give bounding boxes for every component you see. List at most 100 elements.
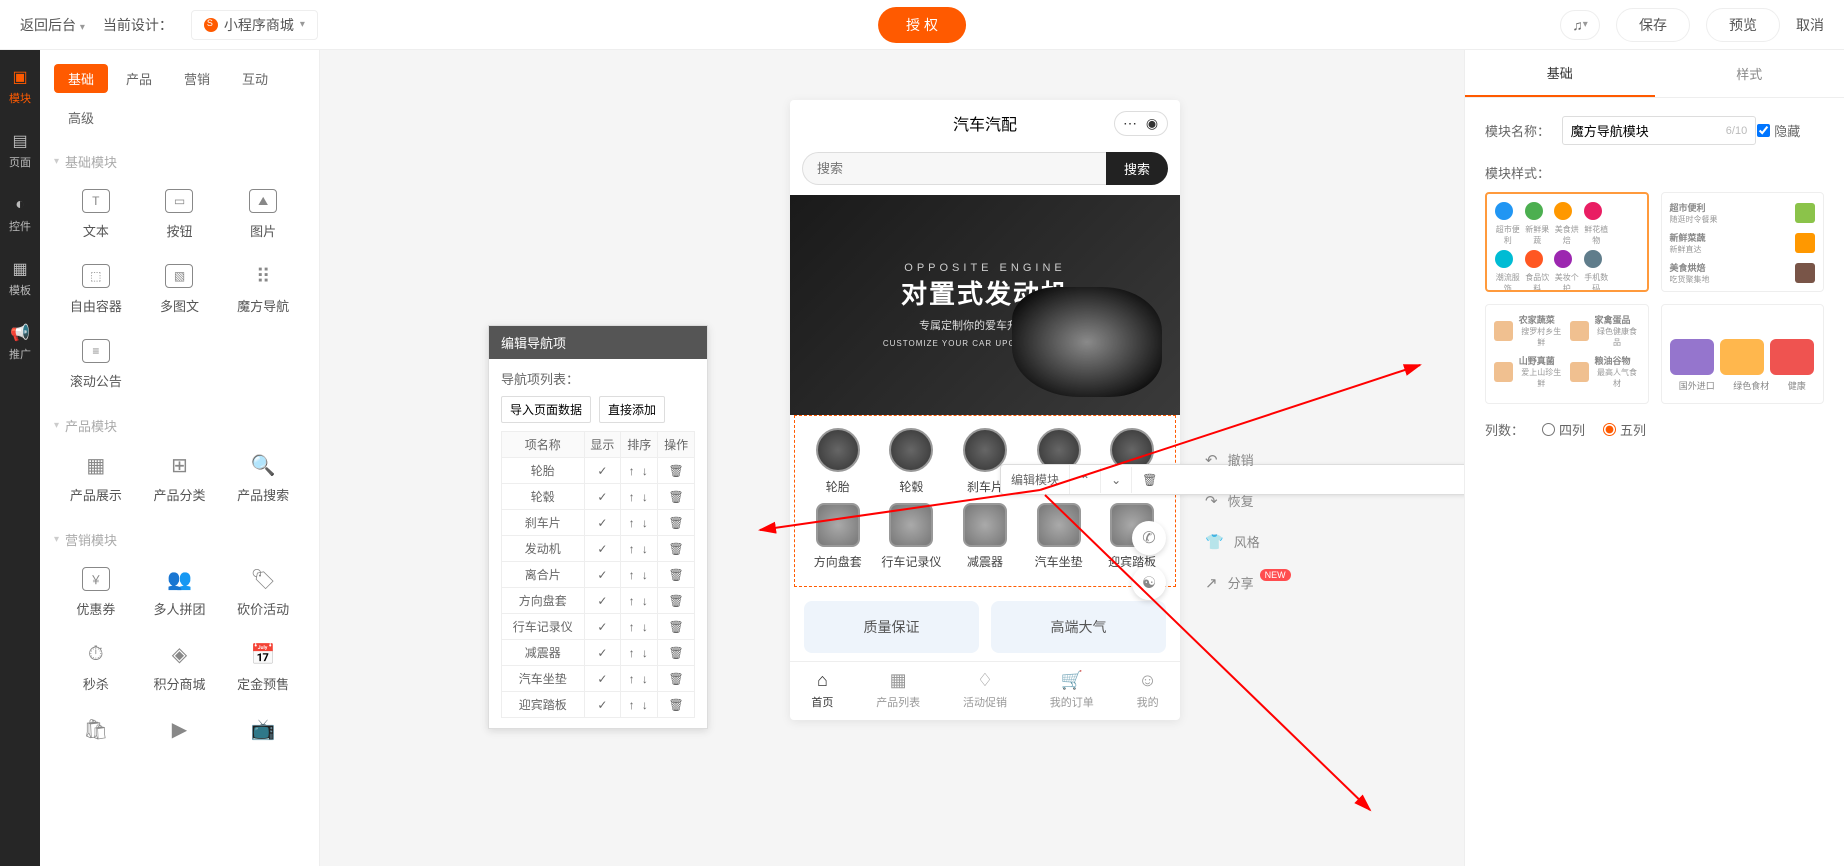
back-link[interactable]: 返回后台 ▾: [20, 15, 85, 35]
move-up-icon[interactable]: ⌃: [1070, 467, 1101, 493]
comp-bargain[interactable]: 🏷砍价活动: [221, 561, 305, 624]
delete-row-icon[interactable]: 🗑: [658, 484, 695, 510]
comp-coupon[interactable]: ￥优惠券: [54, 561, 138, 624]
tab-interact[interactable]: 互动: [228, 64, 282, 93]
fab-phone[interactable]: ✆: [1132, 521, 1166, 555]
delete-icon[interactable]: 🗑: [1132, 467, 1167, 493]
sort-arrows[interactable]: ↑ ↓: [621, 458, 658, 484]
delete-row-icon[interactable]: 🗑: [658, 562, 695, 588]
style-button[interactable]: 👕风格: [1205, 532, 1295, 551]
group-marketing-title[interactable]: 营销模块: [54, 530, 305, 549]
prop-tab-style[interactable]: 样式: [1655, 50, 1844, 97]
comp-magicnav[interactable]: ⠿魔方导航: [221, 258, 305, 321]
nav-module[interactable]: ▣模块: [9, 68, 31, 106]
banner[interactable]: OPPOSITE ENGINE 对置式发动机 专属定制你的爱车升级服务 CUST…: [790, 195, 1180, 415]
card-highend[interactable]: 高端大气: [991, 601, 1166, 653]
nav-grid-item[interactable]: 汽车坐垫: [1027, 503, 1091, 570]
cancel-button[interactable]: 取消: [1796, 15, 1824, 35]
sort-arrows[interactable]: ↑ ↓: [621, 692, 658, 718]
sort-arrows[interactable]: ↑ ↓: [621, 588, 658, 614]
comp-group[interactable]: 👥多人拼团: [138, 561, 222, 624]
tab-orders[interactable]: 🛒我的订单: [1050, 670, 1094, 710]
import-data-button[interactable]: 导入页面数据: [501, 396, 591, 423]
sort-arrows[interactable]: ↑ ↓: [621, 510, 658, 536]
search-input[interactable]: [802, 152, 1106, 185]
card-quality[interactable]: 质量保证: [804, 601, 979, 653]
comp-extra1[interactable]: 🛍: [54, 711, 138, 755]
comp-prod-cat[interactable]: ⊞产品分类: [138, 447, 222, 510]
group-basic-title[interactable]: 基础模块: [54, 152, 305, 171]
nav-page[interactable]: ▤页面: [9, 132, 31, 170]
magic-nav-module[interactable]: 轮胎轮毂刹车片发动机离合片 方向盘套行车记录仪减震器汽车坐垫迎宾踏板: [794, 415, 1176, 587]
nav-grid-item[interactable]: 轮毂: [879, 428, 943, 495]
sort-arrows[interactable]: ↑ ↓: [621, 562, 658, 588]
delete-row-icon[interactable]: 🗑: [658, 614, 695, 640]
save-button[interactable]: 保存: [1616, 8, 1690, 42]
delete-row-icon[interactable]: 🗑: [658, 536, 695, 562]
radio-4col[interactable]: 四列: [1542, 420, 1585, 439]
redo-button[interactable]: ↷恢复: [1205, 491, 1295, 510]
preview-button[interactable]: 预览: [1706, 8, 1780, 42]
nav-promote[interactable]: 📢推广: [9, 324, 31, 362]
delete-row-icon[interactable]: 🗑: [658, 510, 695, 536]
check-icon[interactable]: ✓: [584, 562, 621, 588]
delete-row-icon[interactable]: 🗑: [658, 588, 695, 614]
nav-control[interactable]: ◐控件: [9, 196, 31, 234]
check-icon[interactable]: ✓: [584, 692, 621, 718]
delete-row-icon[interactable]: 🗑: [658, 692, 695, 718]
tab-advanced[interactable]: 高级: [54, 103, 108, 132]
delete-row-icon[interactable]: 🗑: [658, 666, 695, 692]
comp-extra2[interactable]: ▶: [138, 711, 222, 755]
tab-product[interactable]: 产品: [112, 64, 166, 93]
sort-arrows[interactable]: ↑ ↓: [621, 640, 658, 666]
check-icon[interactable]: ✓: [584, 614, 621, 640]
target-icon[interactable]: ◉: [1141, 115, 1163, 132]
design-selector[interactable]: 小程序商城 ▾: [191, 10, 318, 40]
style-option-4[interactable]: 国外进口绿色食材健康: [1661, 304, 1825, 404]
comp-multiimg[interactable]: ▧多图文: [138, 258, 222, 321]
delete-row-icon[interactable]: 🗑: [658, 458, 695, 484]
fab-wechat[interactable]: ☯: [1132, 566, 1166, 600]
check-icon[interactable]: ✓: [584, 536, 621, 562]
check-icon[interactable]: ✓: [584, 484, 621, 510]
comp-container[interactable]: ⬚自由容器: [54, 258, 138, 321]
tab-marketing[interactable]: 营销: [170, 64, 224, 93]
sort-arrows[interactable]: ↑ ↓: [621, 666, 658, 692]
tab-mine[interactable]: ☺我的: [1137, 670, 1159, 710]
undo-button[interactable]: ↶撤销: [1205, 450, 1295, 469]
comp-text[interactable]: T文本: [54, 183, 138, 246]
check-icon[interactable]: ✓: [584, 458, 621, 484]
hide-checkbox[interactable]: 隐藏: [1757, 121, 1824, 140]
nav-grid-item[interactable]: 方向盘套: [806, 503, 870, 570]
tab-home[interactable]: ⌂首页: [811, 670, 833, 710]
style-option-1[interactable]: 超市便利新鲜果蔬美食烘焙鲜花植物 潮流服饰食品饮料美妆个护手机数码: [1485, 192, 1649, 292]
nav-template[interactable]: ▦模板: [9, 260, 31, 298]
check-icon[interactable]: ✓: [584, 510, 621, 536]
comp-marquee[interactable]: ≡滚动公告: [54, 333, 138, 396]
share-button[interactable]: ↗分享NEW: [1205, 573, 1295, 592]
comp-prod-search[interactable]: 🔍产品搜索: [221, 447, 305, 510]
style-option-3[interactable]: 农家蔬菜搜罗村乡生鲜 家禽蛋品绿色健康食品 山野真菌爱上山珍生鲜 粮油谷物最高人…: [1485, 304, 1649, 404]
prop-tab-basic[interactable]: 基础: [1465, 50, 1655, 97]
delete-row-icon[interactable]: 🗑: [658, 640, 695, 666]
comp-seckill[interactable]: ⏱秒杀: [54, 636, 138, 699]
sort-arrows[interactable]: ↑ ↓: [621, 614, 658, 640]
nav-grid-item[interactable]: 行车记录仪: [879, 503, 943, 570]
comp-image[interactable]: ⛰图片: [221, 183, 305, 246]
check-icon[interactable]: ✓: [584, 588, 621, 614]
headset-icon[interactable]: ♫ ▾: [1560, 10, 1600, 40]
sort-arrows[interactable]: ↑ ↓: [621, 484, 658, 510]
search-button[interactable]: 搜索: [1106, 152, 1168, 185]
comp-deposit[interactable]: 📅定金预售: [221, 636, 305, 699]
move-down-icon[interactable]: ⌄: [1101, 467, 1132, 493]
comp-extra3[interactable]: 📺: [221, 711, 305, 755]
tab-products[interactable]: ▦产品列表: [876, 670, 920, 710]
capsule[interactable]: ⋯◉: [1114, 111, 1168, 136]
nav-grid-item[interactable]: 轮胎: [806, 428, 870, 495]
edit-module-button[interactable]: 编辑模块: [1001, 465, 1070, 494]
comp-prod-show[interactable]: ▦产品展示: [54, 447, 138, 510]
nav-grid-item[interactable]: 减震器: [953, 503, 1017, 570]
comp-button[interactable]: ▭按钮: [138, 183, 222, 246]
comp-points[interactable]: ◈积分商城: [138, 636, 222, 699]
add-direct-button[interactable]: 直接添加: [599, 396, 665, 423]
